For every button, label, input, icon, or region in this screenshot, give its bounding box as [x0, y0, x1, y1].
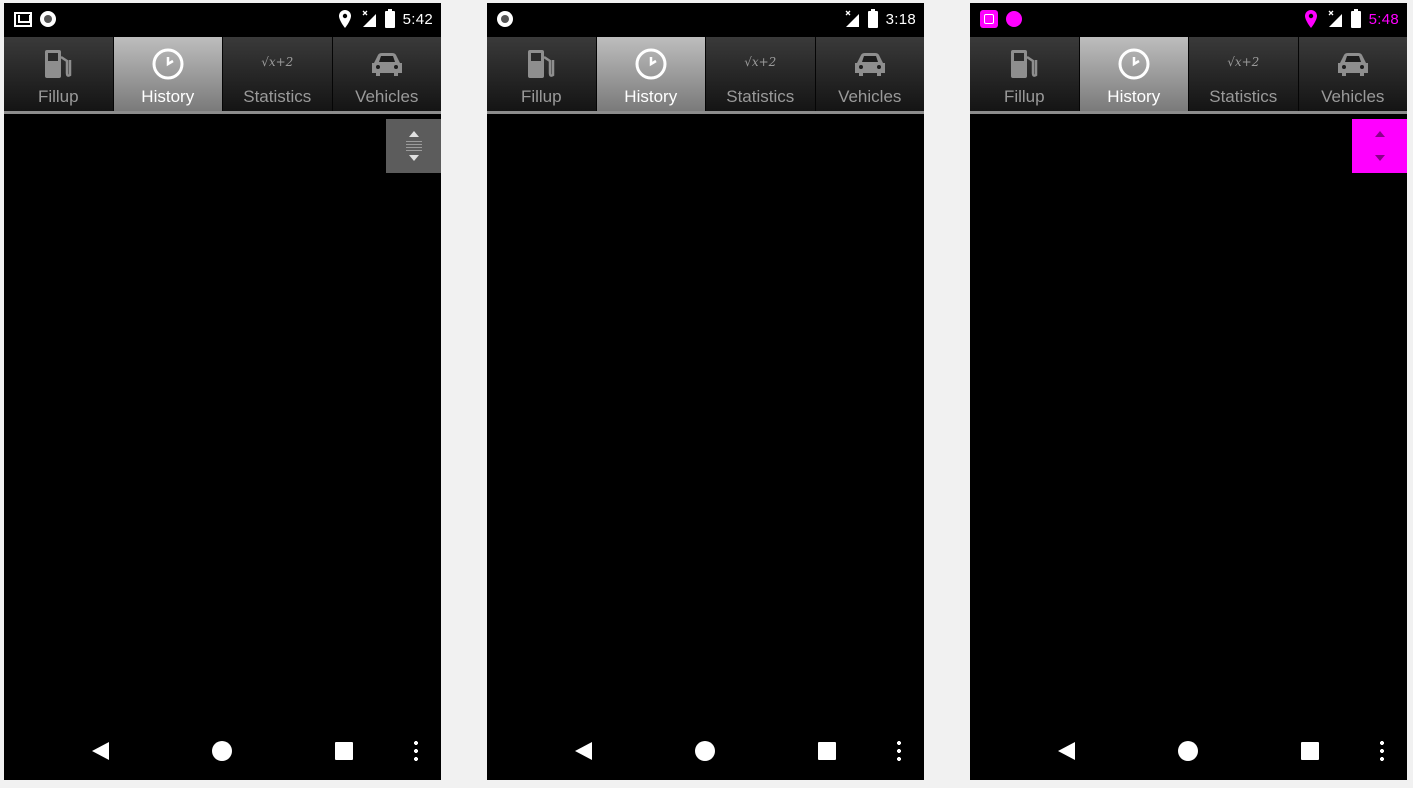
tab-history[interactable]: History: [113, 37, 223, 111]
fast-scroll-thumb[interactable]: [386, 119, 441, 173]
tab-indicator-line: [487, 111, 924, 114]
no-signal-icon: [845, 10, 859, 27]
sqrt-formula-icon: √x+2: [1227, 55, 1260, 69]
back-button[interactable]: [575, 742, 592, 760]
tab-label: Statistics: [243, 87, 312, 106]
record-icon: [1006, 11, 1022, 27]
tab-vehicles[interactable]: Vehicles: [816, 37, 925, 111]
overflow-menu-button[interactable]: [897, 739, 901, 763]
battery-icon: [1350, 8, 1361, 28]
screenshot-icon: [980, 10, 998, 28]
tab-indicator-line: [4, 111, 441, 114]
tab-indicator-line: [970, 111, 1407, 114]
no-signal-icon: [362, 10, 376, 27]
fast-scroll-thumb[interactable]: [1352, 119, 1407, 173]
home-button[interactable]: [1178, 741, 1198, 761]
phone-screen-2: 3:18 Fillup History √x+2 Statistics Vehi…: [487, 3, 924, 780]
tab-label: Vehicles: [838, 87, 902, 106]
status-time: 5:42: [402, 10, 433, 28]
tab-statistics[interactable]: √x+2 Statistics: [706, 37, 816, 111]
status-bar: 5:42: [4, 3, 441, 35]
phone-screen-3: 5:48 Fillup History √x+2 Statistics Vehi…: [970, 3, 1407, 780]
phone-screen-1: 5:42 Fillup History √x+2 Statistics Vehi…: [4, 3, 441, 780]
status-bar: 5:48: [970, 3, 1407, 35]
tab-label: Statistics: [726, 87, 795, 106]
tab-label: Vehicles: [355, 87, 419, 106]
battery-icon: [867, 8, 878, 28]
car-icon: [854, 53, 885, 76]
tab-fillup[interactable]: Fillup: [4, 37, 114, 111]
tab-statistics[interactable]: √x+2 Statistics: [223, 37, 333, 111]
tab-fillup[interactable]: Fillup: [487, 37, 597, 111]
battery-icon: [384, 8, 395, 28]
status-time: 5:48: [1368, 10, 1399, 28]
fuel-pump-icon: [45, 50, 72, 78]
tab-label: Statistics: [1209, 87, 1278, 106]
arrow-up-icon: [1374, 131, 1385, 137]
arrow-down-icon: [408, 155, 419, 161]
tab-label: History: [141, 87, 195, 106]
status-time: 3:18: [885, 10, 916, 28]
tab-label: History: [1107, 87, 1161, 106]
tab-label: Fillup: [37, 87, 79, 106]
car-icon: [1337, 53, 1368, 76]
tab-fillup[interactable]: Fillup: [970, 37, 1080, 111]
tab-bar: Fillup History √x+2 Statistics Vehicles: [487, 37, 924, 111]
navigation-bar: [970, 722, 1407, 780]
home-button[interactable]: [695, 741, 715, 761]
clock-icon: [152, 48, 184, 80]
tab-statistics[interactable]: √x+2 Statistics: [1189, 37, 1299, 111]
tab-label: Fillup: [1003, 87, 1045, 106]
arrow-up-icon: [408, 131, 419, 137]
sqrt-formula-icon: √x+2: [744, 55, 777, 69]
navigation-bar: [4, 722, 441, 780]
gmail-icon: [14, 11, 32, 27]
recents-button[interactable]: [1301, 742, 1319, 760]
fuel-pump-icon: [1011, 50, 1038, 78]
recents-button[interactable]: [818, 742, 836, 760]
tab-history[interactable]: History: [596, 37, 706, 111]
clock-icon: [635, 48, 667, 80]
status-bar: 3:18: [487, 3, 924, 35]
tab-history[interactable]: History: [1079, 37, 1189, 111]
home-button[interactable]: [212, 741, 232, 761]
clock-icon: [1118, 48, 1150, 80]
grip-icon: [405, 141, 422, 151]
no-signal-icon: [1328, 10, 1342, 27]
record-icon: [497, 11, 513, 27]
tab-vehicles[interactable]: Vehicles: [1299, 37, 1408, 111]
sqrt-formula-icon: √x+2: [261, 55, 294, 69]
recents-button[interactable]: [335, 742, 353, 760]
tab-label: Fillup: [520, 87, 562, 106]
back-button[interactable]: [92, 742, 109, 760]
location-icon: [1304, 10, 1317, 28]
tab-label: History: [624, 87, 678, 106]
overflow-menu-button[interactable]: [414, 739, 418, 763]
fuel-pump-icon: [528, 50, 555, 78]
overflow-menu-button[interactable]: [1380, 739, 1384, 763]
tab-bar: Fillup History √x+2 Statistics Vehicles: [4, 37, 441, 111]
back-button[interactable]: [1058, 742, 1075, 760]
location-icon: [338, 10, 351, 28]
navigation-bar: [487, 722, 924, 780]
arrow-down-icon: [1374, 155, 1385, 161]
tab-vehicles[interactable]: Vehicles: [333, 37, 442, 111]
record-icon: [40, 11, 56, 27]
tab-bar: Fillup History √x+2 Statistics Vehicles: [970, 37, 1407, 111]
tab-label: Vehicles: [1321, 87, 1385, 106]
car-icon: [371, 53, 402, 76]
